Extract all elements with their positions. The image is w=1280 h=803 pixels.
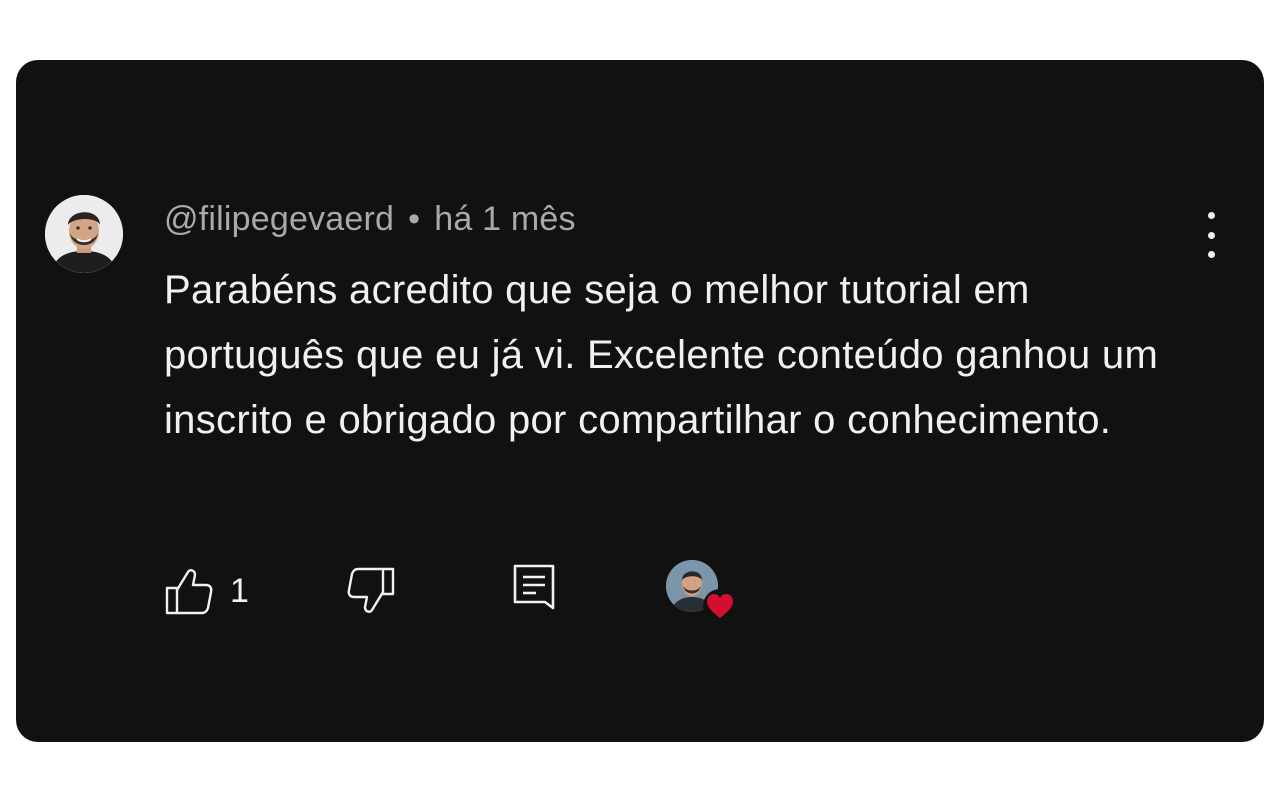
like-button[interactable]: 1 (164, 566, 274, 618)
author-handle[interactable]: @filipegevaerd (164, 200, 394, 238)
menu-dot (1207, 212, 1215, 219)
heart-icon (703, 589, 737, 623)
like-count: 1 (230, 572, 249, 610)
comment-reply-icon (513, 564, 555, 610)
comment-card: @filipegevaerd • há 1 mês Parabéns acredit… (16, 60, 1264, 742)
comment-text: Parabéns acredito que seja o melhor tuto… (164, 268, 1159, 442)
thumb-up-icon (165, 569, 213, 615)
menu-dot (1207, 231, 1215, 239)
comment-meta: @filipegevaerd • há 1 mês (164, 200, 576, 239)
creator-heart[interactable] (666, 560, 740, 626)
thumb-down-icon (347, 567, 395, 613)
more-vertical-icon[interactable] (1196, 212, 1226, 258)
comment-timestamp[interactable]: há 1 mês (434, 200, 575, 238)
dislike-button[interactable] (346, 566, 398, 618)
menu-dot (1207, 251, 1215, 258)
reply-button[interactable] (510, 562, 562, 618)
meta-separator: • (408, 200, 421, 238)
author-avatar[interactable] (45, 195, 123, 273)
